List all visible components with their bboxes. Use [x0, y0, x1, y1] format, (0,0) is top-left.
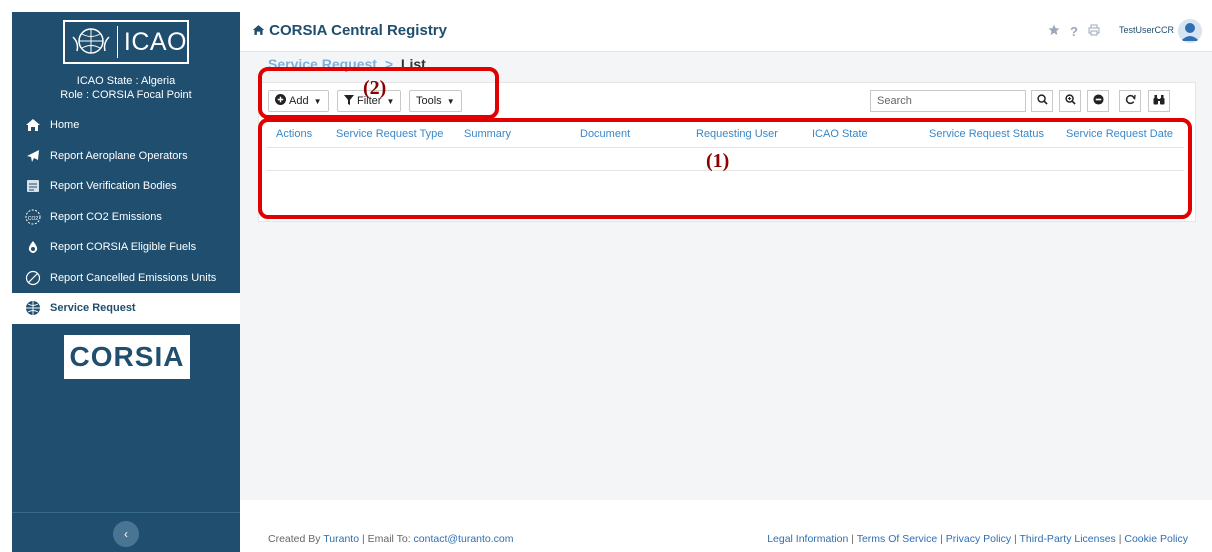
- privacy-policy-link[interactable]: Privacy Policy: [946, 533, 1011, 545]
- terms-of-service-link[interactable]: Terms Of Service: [857, 533, 938, 545]
- co2-icon: CO2: [24, 208, 42, 226]
- sidebar-item-co2-emissions[interactable]: CO2 Report CO2 Emissions: [12, 202, 240, 233]
- annotation-label-1: (1): [706, 150, 730, 172]
- cookie-policy-link[interactable]: Cookie Policy: [1124, 533, 1188, 545]
- sidebar-item-label: Home: [50, 119, 80, 132]
- print-icon[interactable]: [1088, 24, 1100, 39]
- email-label: | Email To:: [361, 533, 411, 545]
- clear-search-button[interactable]: [1087, 90, 1109, 112]
- corsia-logo: CORSIA: [64, 335, 190, 379]
- sidebar-item-label: Report CORSIA Eligible Fuels: [50, 241, 197, 254]
- state-line: ICAO State : Algeria: [76, 75, 176, 87]
- home-icon: [24, 116, 42, 134]
- legal-information-link[interactable]: Legal Information: [767, 533, 848, 545]
- airplane-icon: [24, 147, 42, 165]
- corsia-logo-text: CORSIA: [69, 341, 185, 372]
- un-emblem-icon: [65, 22, 117, 62]
- minus-circle-icon: [1092, 94, 1104, 108]
- footer-credits: Created By Turanto | Email To: contact@t…: [268, 533, 514, 545]
- annotation-label-2: (2): [363, 77, 387, 99]
- binoculars-icon: [1153, 94, 1165, 108]
- sidebar-item-verification-bodies[interactable]: Report Verification Bodies: [12, 171, 240, 202]
- sidebar-menu: Home Report Aeroplane Operators Report V…: [12, 110, 240, 324]
- sidebar-footer: ‹: [12, 512, 240, 552]
- search-icon: [1036, 94, 1048, 108]
- sidebar-item-label: Report Cancelled Emissions Units: [50, 271, 217, 284]
- sidebar-item-label: Report Aeroplane Operators: [50, 149, 188, 162]
- fuel-drop-icon: [24, 238, 42, 256]
- globe-icon: [24, 299, 42, 317]
- third-party-licenses-link[interactable]: Third-Party Licenses: [1020, 533, 1116, 545]
- sidebar-item-eligible-fuels[interactable]: Report CORSIA Eligible Fuels: [12, 232, 240, 263]
- help-icon[interactable]: ?: [1070, 24, 1078, 39]
- footer: Created By Turanto | Email To: contact@t…: [240, 526, 1212, 552]
- sidebar-item-label: Service Request: [50, 302, 136, 315]
- window-frame-top: [0, 0, 1212, 12]
- sidebar: ICAO ICAO State : Algeria Role : CORSIA …: [12, 12, 240, 552]
- role-line: Role : CORSIA Focal Point: [60, 89, 192, 101]
- app-title[interactable]: CORSIA Central Registry: [252, 22, 447, 39]
- advanced-search-button[interactable]: [1059, 90, 1081, 112]
- refresh-icon: [1125, 94, 1136, 108]
- icao-logo[interactable]: ICAO: [63, 20, 189, 64]
- sidebar-item-label: Report CO2 Emissions: [50, 210, 162, 223]
- logo-text: ICAO: [116, 26, 187, 58]
- sidebar-item-label: Report Verification Bodies: [50, 180, 177, 193]
- footer-links: Legal Information | Terms Of Service | P…: [767, 533, 1188, 545]
- app-title-text: CORSIA Central Registry: [269, 22, 447, 39]
- collapse-sidebar-button[interactable]: ‹: [113, 521, 139, 547]
- refresh-button[interactable]: [1119, 90, 1141, 112]
- star-icon[interactable]: [1048, 24, 1060, 39]
- sidebar-item-home[interactable]: Home: [12, 110, 240, 141]
- svg-text:CO2: CO2: [28, 216, 39, 222]
- search-input[interactable]: [870, 90, 1026, 112]
- home-icon: [252, 22, 269, 39]
- sidebar-item-service-request[interactable]: Service Request: [12, 293, 240, 324]
- username[interactable]: TestUserCCR: [1119, 25, 1174, 35]
- find-button[interactable]: [1148, 90, 1170, 112]
- header-actions: ?: [1048, 24, 1100, 39]
- zoom-in-icon: [1064, 94, 1076, 108]
- search-button[interactable]: [1031, 90, 1053, 112]
- email-link[interactable]: contact@turanto.com: [414, 533, 514, 545]
- chevron-left-icon: ‹: [124, 527, 128, 541]
- cancelled-icon: [24, 269, 42, 287]
- created-by-label: Created By: [268, 533, 321, 545]
- company-link[interactable]: Turanto: [323, 533, 359, 545]
- sidebar-item-cancelled-units[interactable]: Report Cancelled Emissions Units: [12, 263, 240, 294]
- document-icon: [24, 177, 42, 195]
- top-header: CORSIA Central Registry ? TestUserCCR: [240, 12, 1212, 52]
- user-info: ICAO State : Algeria Role : CORSIA Focal…: [12, 74, 240, 102]
- avatar[interactable]: [1178, 19, 1202, 43]
- sidebar-item-aeroplane-operators[interactable]: Report Aeroplane Operators: [12, 141, 240, 172]
- window-frame-left: [0, 0, 12, 552]
